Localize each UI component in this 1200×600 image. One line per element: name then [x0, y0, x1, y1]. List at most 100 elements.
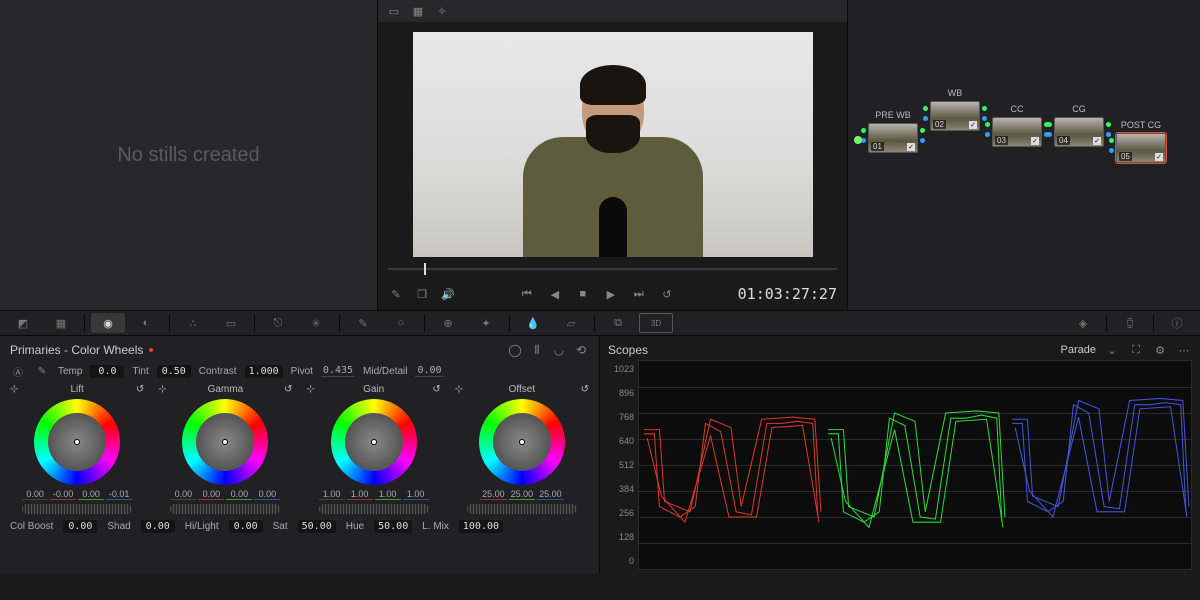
wheel-picker-icon[interactable]: ⊹	[307, 384, 315, 395]
view-grid-icon[interactable]: ▦	[410, 4, 426, 18]
hilight-label: Hi/Light	[185, 521, 219, 532]
color-wheel[interactable]	[34, 399, 120, 485]
scopes-mode-select[interactable]: Parade	[1061, 344, 1096, 356]
node-thumb[interactable]: 01✓	[868, 123, 918, 153]
reverse-play-icon[interactable]: ◀	[547, 287, 563, 301]
wheels-mode-icon[interactable]: ◯	[507, 343, 523, 357]
scopes-more-icon[interactable]: ⋯	[1176, 343, 1192, 357]
rgb-mixer-icon[interactable]: ∴	[176, 313, 210, 333]
hdr-icon[interactable]: ◐	[129, 313, 163, 333]
wheel-values[interactable]: 25.0025.0025.00	[480, 489, 564, 500]
color-wheels-icon[interactable]: ◉	[91, 313, 125, 333]
contrast-label: Contrast	[199, 366, 237, 377]
view-single-icon[interactable]: ▭	[386, 4, 402, 18]
next-clip-icon[interactable]: ⏭	[631, 287, 647, 301]
node-thumb[interactable]: 04✓	[1054, 117, 1104, 147]
key-icon[interactable]: ▱	[554, 313, 588, 333]
color-wheel[interactable]	[479, 399, 565, 485]
temp-value[interactable]: 0.0	[90, 365, 124, 378]
log-mode-icon[interactable]: ◡	[551, 343, 567, 357]
scopes-settings-icon[interactable]: ⚙	[1152, 343, 1168, 357]
loop-icon[interactable]: ↺	[659, 287, 675, 301]
temp-label: Temp	[58, 366, 82, 377]
blur-icon[interactable]: 💧	[516, 313, 550, 333]
sat-label: Sat	[273, 521, 288, 532]
wheel-jog[interactable]	[467, 504, 577, 514]
shad-label: Shad	[107, 521, 130, 532]
wheel-jog[interactable]	[170, 504, 280, 514]
play-icon[interactable]: ▶	[603, 287, 619, 301]
auto-balance-icon[interactable]: Ⓐ	[10, 364, 26, 378]
wheel-picker-icon[interactable]: ⊹	[158, 384, 166, 395]
hue-value[interactable]: 50.00	[374, 520, 412, 533]
scrub-bar[interactable]	[378, 260, 847, 278]
audio-icon[interactable]: 🔊	[440, 287, 456, 301]
node-thumb[interactable]: 05✓	[1116, 133, 1166, 163]
color-wheel[interactable]	[182, 399, 268, 485]
shad-value[interactable]: 0.00	[141, 520, 175, 533]
magic-mask-icon[interactable]: ✦	[469, 313, 503, 333]
mid-value[interactable]: 0.00	[415, 365, 443, 377]
stereo-3d-icon[interactable]: 3D	[639, 313, 673, 333]
wheel-picker-icon[interactable]: ⊹	[455, 384, 463, 395]
node-03[interactable]: CC 03✓	[992, 104, 1042, 147]
scopes-expand-icon[interactable]: ⛶	[1128, 343, 1144, 357]
node-thumb[interactable]: 03✓	[992, 117, 1042, 147]
scope-tick: 1023	[608, 364, 634, 374]
curves-icon[interactable]: ⎋	[261, 313, 295, 333]
wheel-values[interactable]: 0.00-0.000.00-0.01	[22, 489, 132, 500]
keyframes-icon[interactable]: ◈	[1066, 313, 1100, 333]
hilight-value[interactable]: 0.00	[229, 520, 263, 533]
tracker-icon[interactable]: ⊕	[431, 313, 465, 333]
picker-icon[interactable]: ✎	[388, 287, 404, 301]
scope-tick: 384	[608, 484, 634, 494]
sizing-icon[interactable]: ⧉	[601, 313, 635, 333]
motion-icon[interactable]: ▭	[214, 313, 248, 333]
scope-tick: 0	[608, 556, 634, 566]
color-match-icon[interactable]: ▦	[44, 313, 78, 333]
viewer-video[interactable]	[378, 22, 847, 260]
bars-mode-icon[interactable]: ⦀	[529, 343, 545, 357]
node-thumb[interactable]: 02✓	[930, 101, 980, 131]
sat-value[interactable]: 50.00	[298, 520, 336, 533]
contrast-value[interactable]: 1.000	[245, 365, 283, 378]
node-04[interactable]: CG 04✓	[1054, 104, 1104, 147]
wheel-reset-icon[interactable]: ↺	[432, 384, 440, 395]
qualifier-icon[interactable]: ✎	[346, 313, 380, 333]
wheel-jog[interactable]	[22, 504, 132, 514]
stills-panel: No stills created	[0, 0, 378, 310]
colboost-value[interactable]: 0.00	[63, 520, 97, 533]
wheel-reset-icon[interactable]: ↺	[581, 384, 589, 395]
magic-wand-icon[interactable]: ✧	[434, 4, 450, 18]
node-02[interactable]: WB 02✓	[930, 88, 980, 131]
lmix-value[interactable]: 100.00	[459, 520, 503, 533]
chevron-down-icon[interactable]: ⌄	[1104, 343, 1120, 357]
hue-label: Hue	[346, 521, 364, 532]
wheel-values[interactable]: 1.001.001.001.00	[319, 489, 429, 500]
wheel-picker-icon[interactable]: ⊹	[10, 384, 18, 395]
stills-empty-message: No stills created	[117, 144, 259, 167]
node-05[interactable]: POST CG 05✓	[1116, 120, 1166, 163]
wheel-jog[interactable]	[319, 504, 429, 514]
node-panel[interactable]: PRE WB 01✓ WB 02✓ CC 03✓ CG 04✓ POST CG …	[848, 0, 1200, 310]
pivot-value[interactable]: 0.435	[321, 365, 355, 377]
reset-all-icon[interactable]: ⟲	[573, 343, 589, 357]
layers-icon[interactable]: ❐	[414, 287, 430, 301]
pick-wb-icon[interactable]: ✎	[34, 364, 50, 378]
wheel-reset-icon[interactable]: ↺	[284, 384, 292, 395]
wheel-reset-icon[interactable]: ↺	[136, 384, 144, 395]
prev-clip-icon[interactable]: ⏮	[519, 287, 535, 301]
warper-icon[interactable]: ✳	[299, 313, 333, 333]
color-wheel[interactable]	[331, 399, 417, 485]
scopes-icon[interactable]: ⧮	[1113, 313, 1147, 333]
window-icon[interactable]: ○	[384, 313, 418, 333]
info-icon[interactable]: ⓘ	[1160, 313, 1194, 333]
timecode[interactable]: 01:03:27:27	[738, 285, 837, 303]
stop-icon[interactable]: ■	[575, 287, 591, 301]
wheel-values[interactable]: 0.000.000.000.00	[170, 489, 280, 500]
node-01[interactable]: PRE WB 01✓	[868, 110, 918, 153]
wheel-gain: ⊹Gain↺ 1.001.001.001.00	[307, 384, 441, 514]
camera-raw-icon[interactable]: ◩	[6, 313, 40, 333]
parade-scope[interactable]	[638, 360, 1192, 570]
tint-value[interactable]: 0.50	[157, 365, 191, 378]
